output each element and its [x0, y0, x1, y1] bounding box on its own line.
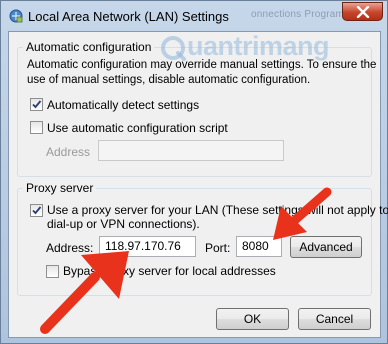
proxy-server-legend: Proxy server [23, 181, 97, 195]
red-arrow-icon [273, 187, 332, 240]
use-script-checkbox[interactable] [30, 121, 43, 134]
red-arrow-icon [40, 251, 129, 334]
checkmark-icon [32, 206, 42, 215]
script-address-input[interactable] [98, 140, 284, 161]
use-script-label[interactable]: Use automatic configuration script [47, 121, 228, 135]
title-bar[interactable]: Local Area Network (LAN) Settings onnect… [1, 1, 387, 31]
background-window-tabs: onnections Program [251, 9, 345, 20]
detect-settings-label[interactable]: Automatically detect settings [47, 98, 199, 112]
use-proxy-checkbox[interactable] [30, 204, 43, 217]
quantrimang-logo-icon [160, 35, 186, 64]
cancel-button[interactable]: Cancel [298, 308, 371, 330]
watermark-text: uantrimang [187, 31, 330, 61]
script-address-label: Address [46, 145, 91, 159]
detect-settings-checkbox[interactable] [30, 98, 43, 111]
ok-button[interactable]: OK [216, 308, 289, 330]
dialog-window: Local Area Network (LAN) Settings onnect… [0, 0, 388, 344]
use-proxy-label-line2[interactable]: dial-up or VPN connections). [47, 217, 200, 231]
automatic-configuration-legend: Automatic configuration [23, 40, 155, 54]
auto-config-description-line2: use of manual settings, disable automati… [27, 74, 311, 86]
close-button[interactable] [342, 2, 383, 21]
proxy-port-label: Port: [205, 241, 231, 255]
network-settings-icon [9, 9, 23, 23]
checkmark-icon [32, 100, 42, 109]
close-icon [356, 6, 370, 18]
window-title: Local Area Network (LAN) Settings [28, 9, 229, 24]
